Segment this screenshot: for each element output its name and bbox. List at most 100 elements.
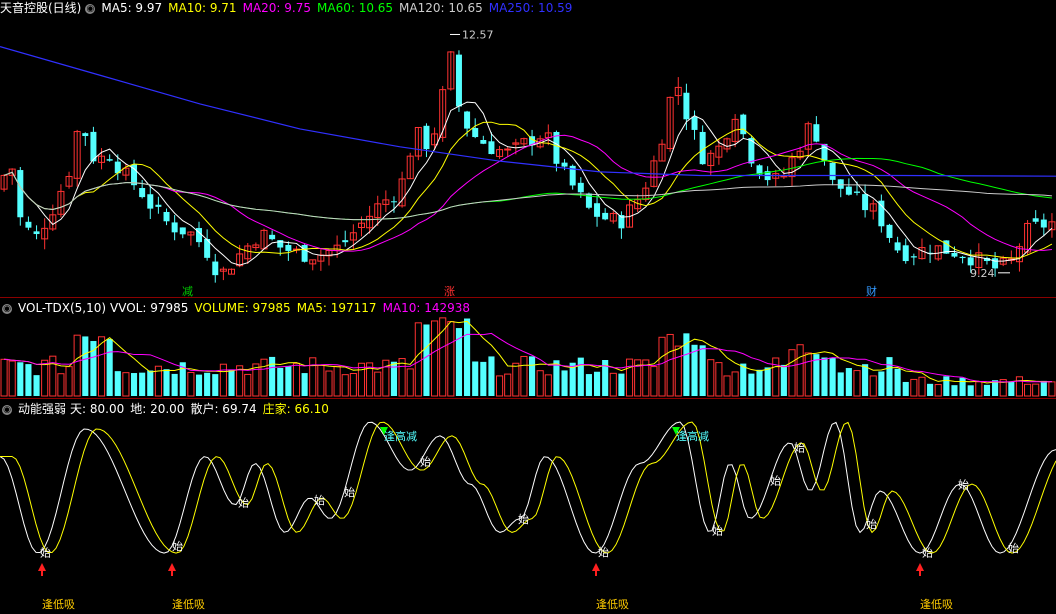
- candle-body: [17, 170, 24, 218]
- start-mark: 始: [172, 539, 183, 553]
- volume-bar: [943, 376, 950, 396]
- candle-body: [179, 227, 186, 235]
- volume-bar: [163, 369, 170, 396]
- candle-body: [829, 162, 836, 180]
- volume-bar: [25, 364, 32, 396]
- start-mark: 始: [1008, 541, 1019, 555]
- volume-bar: [951, 385, 958, 396]
- volume-bar: [309, 357, 317, 397]
- event-marker-2: 财: [866, 284, 877, 298]
- ma60-line: [3, 157, 1052, 221]
- candle-body: [139, 188, 146, 198]
- candle-body: [959, 256, 966, 259]
- start-mark: 始: [958, 478, 969, 492]
- candle-body: [472, 128, 479, 138]
- volume-bar: [277, 367, 284, 396]
- volume-bar: [529, 356, 536, 396]
- ma250-line: [0, 46, 1056, 177]
- candle-body: [163, 211, 170, 222]
- volume-bar: [244, 373, 252, 397]
- volume-bar: [983, 384, 991, 396]
- candle-body: [480, 140, 487, 144]
- start-mark: 始: [598, 545, 609, 559]
- volume-bar: [139, 372, 146, 396]
- volume-bar: [269, 356, 276, 396]
- volume-bar: [723, 375, 731, 397]
- candle-body: [25, 221, 32, 228]
- volume-bar: [544, 374, 552, 397]
- volume-bar: [122, 372, 130, 397]
- volume-bar: [536, 370, 544, 397]
- volume-bar: [625, 358, 634, 397]
- volume-bar: [1032, 383, 1040, 397]
- start-mark: 始: [794, 440, 805, 454]
- candle-body: [285, 244, 292, 251]
- volume-bar: [496, 375, 504, 397]
- low-buy-arrow: [916, 563, 924, 571]
- candle-body: [1040, 219, 1047, 228]
- candle-body: [342, 240, 349, 243]
- volume-bar: [325, 370, 333, 397]
- candle-body: [951, 252, 958, 257]
- candle-body: [561, 162, 568, 167]
- candle-body: [147, 194, 154, 209]
- volume-bar: [260, 358, 268, 397]
- volume-bar: [447, 321, 455, 397]
- high-price-label: 12.57: [462, 28, 494, 41]
- volume-bar: [748, 373, 755, 396]
- volume-bar: [301, 373, 308, 396]
- volume-bar: [1024, 383, 1032, 397]
- low-buy-arrow: [592, 563, 600, 571]
- volume-bar: [975, 381, 983, 397]
- volume-bar: [780, 364, 787, 396]
- volume-bar: [902, 381, 909, 396]
- volume-bar: [618, 373, 625, 396]
- candle-body: [894, 242, 901, 251]
- volume-bar: [894, 368, 901, 396]
- start-mark: 始: [344, 485, 355, 499]
- volume-bar: [130, 373, 138, 396]
- volume-bar: [8, 360, 16, 397]
- low-buy-arrow-stem: [919, 570, 921, 576]
- start-mark: 始: [40, 546, 51, 560]
- start-mark: 始: [314, 493, 325, 507]
- volume-bar: [666, 333, 674, 397]
- start-mark: 始: [922, 546, 933, 560]
- volume-bar: [82, 336, 89, 396]
- volume-bar: [577, 357, 584, 396]
- volume-bar: [910, 378, 918, 397]
- volume-bar: [472, 361, 479, 396]
- volume-bar: [73, 334, 81, 397]
- volume-bar: [439, 317, 447, 397]
- volume-bar: [1048, 381, 1056, 397]
- low-buy-arrow: [168, 563, 176, 571]
- volume-bar: [650, 366, 658, 397]
- volume-bar: [804, 352, 812, 397]
- volume-bar: [869, 375, 877, 397]
- volume-bar: [918, 376, 926, 397]
- volume-bar: [147, 370, 154, 396]
- candle-body: [390, 201, 397, 203]
- volume-bar: [0, 358, 8, 397]
- candle-body: [837, 179, 844, 189]
- volume-bar: [204, 372, 211, 396]
- volume-bar: [41, 359, 49, 397]
- start-mark: 始: [518, 512, 529, 526]
- low-buy-arrow-stem: [171, 570, 173, 576]
- candle-body: [1032, 218, 1039, 222]
- volume-bar: [658, 336, 666, 397]
- candle-body: [423, 125, 430, 150]
- candle-body: [967, 257, 974, 266]
- volume-bar: [414, 322, 422, 397]
- volume-bar: [740, 363, 747, 396]
- volume-bar: [707, 359, 715, 397]
- kline-chart[interactable]: 12.579.24减涨财始始始 始始始始始始始始始始始始逢低吸 逢低吸 逢低吸 逢低吸逢…: [0, 0, 1056, 614]
- candle-body: [212, 261, 219, 276]
- volume-bar: [114, 371, 121, 396]
- candle-body: [862, 194, 869, 211]
- candle-body: [691, 116, 698, 130]
- candle-body: [910, 256, 917, 258]
- candle-body: [269, 234, 276, 240]
- volume-bar: [480, 361, 487, 396]
- ma10-line: [3, 121, 1053, 259]
